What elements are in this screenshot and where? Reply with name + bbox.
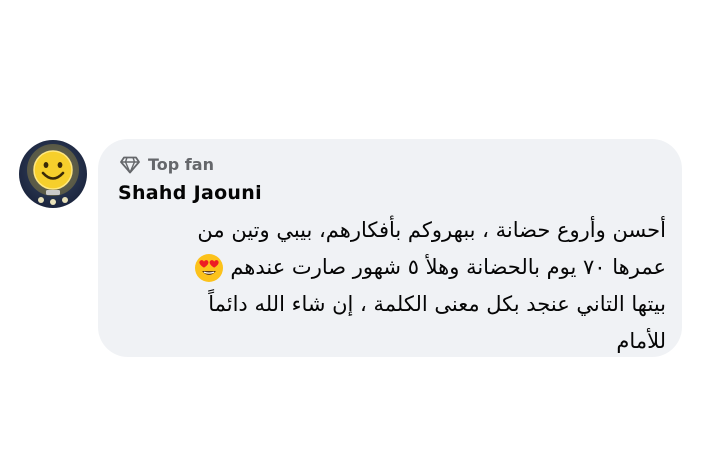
comment-line: أحسن وأروع حضانة ، ببهروكم بأفكارهم، بيب…	[197, 218, 666, 242]
comment-line-text: عمرها ٧٠ يوم بالحضانة وهلأ ٥ شهور صارت ع…	[230, 255, 666, 279]
smiley-lamp-avatar-icon	[27, 144, 79, 205]
top-fan-badge[interactable]: Top fan	[120, 155, 214, 174]
comment-line: عمرها ٧٠ يوم بالحضانة وهلأ ٥ شهور صارت ع…	[116, 249, 666, 286]
comment-text: أحسن وأروع حضانة ، ببهروكم بأفكارهم، بيب…	[116, 212, 666, 360]
heart-eyes-emoji-icon	[194, 253, 224, 283]
badge-label: Top fan	[148, 155, 214, 174]
diamond-icon	[120, 156, 140, 174]
author-name[interactable]: Shahd Jaouni	[118, 182, 262, 204]
comment-bubble: Top fan Shahd Jaouni أحسن وأروع حضانة ، …	[98, 139, 682, 357]
avatar[interactable]	[19, 140, 87, 208]
comment-line: للأمام	[616, 329, 666, 353]
comment-line: بيتها التاني عنجد بكل معنى الكلمة ، إن ش…	[208, 292, 666, 316]
